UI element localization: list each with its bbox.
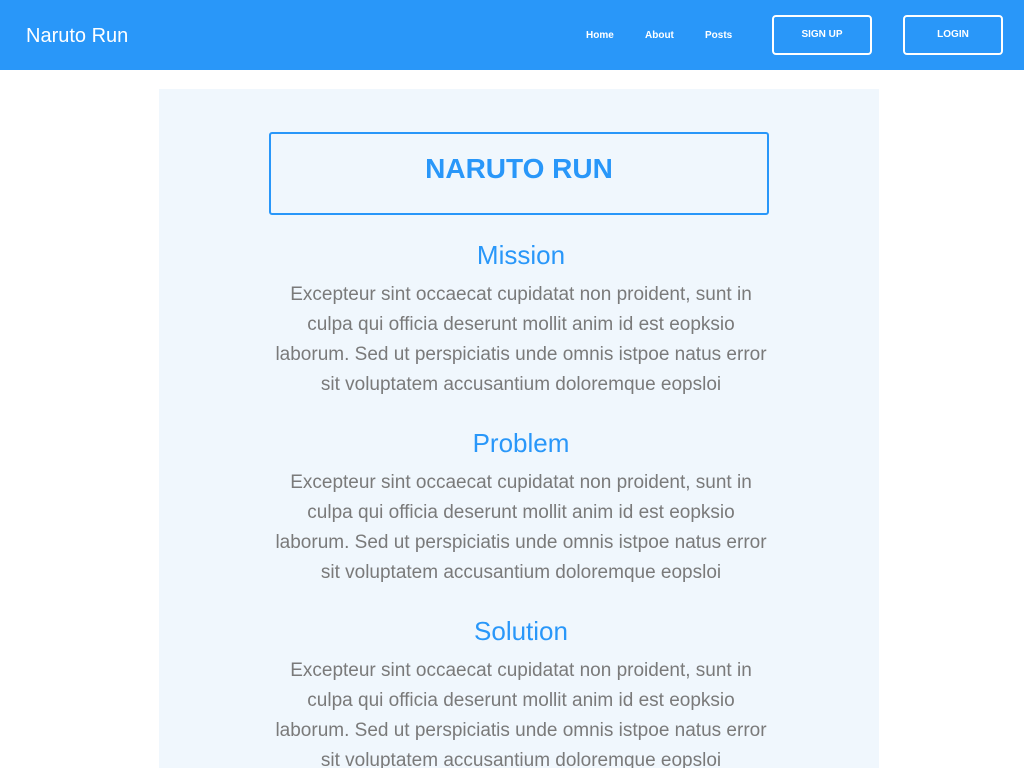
nav-link-posts[interactable]: Posts	[705, 29, 732, 43]
brand-link[interactable]: Naruto Run	[26, 24, 128, 48]
problem-heading: Problem	[472, 428, 570, 458]
sign-up-button[interactable]: SIGN UP	[772, 15, 872, 55]
solution-section: Solution Excepteur sint occaecat cupidat…	[269, 615, 773, 768]
main-content-panel: NARUTO RUN Mission Excepteur sint occaec…	[159, 89, 879, 768]
page-title: NARUTO RUN	[269, 132, 769, 215]
problem-text: Excepteur sint occaecat cupidatat non pr…	[275, 472, 767, 583]
solution-text: Excepteur sint occaecat cupidatat non pr…	[275, 660, 767, 768]
solution-heading: Solution	[474, 616, 568, 646]
mission-heading: Mission	[476, 240, 566, 270]
problem-section: Problem Excepteur sint occaecat cupidata…	[269, 427, 773, 588]
mission-section: Mission Excepteur sint occaecat cupidata…	[269, 239, 773, 400]
mission-text: Excepteur sint occaecat cupidatat non pr…	[275, 284, 767, 395]
login-button[interactable]: LOGIN	[903, 15, 1003, 55]
nav-link-about[interactable]: About	[645, 29, 674, 43]
top-navbar: Naruto Run Home About Posts SIGN UP LOGI…	[0, 0, 1024, 70]
nav-link-home[interactable]: Home	[586, 29, 614, 43]
